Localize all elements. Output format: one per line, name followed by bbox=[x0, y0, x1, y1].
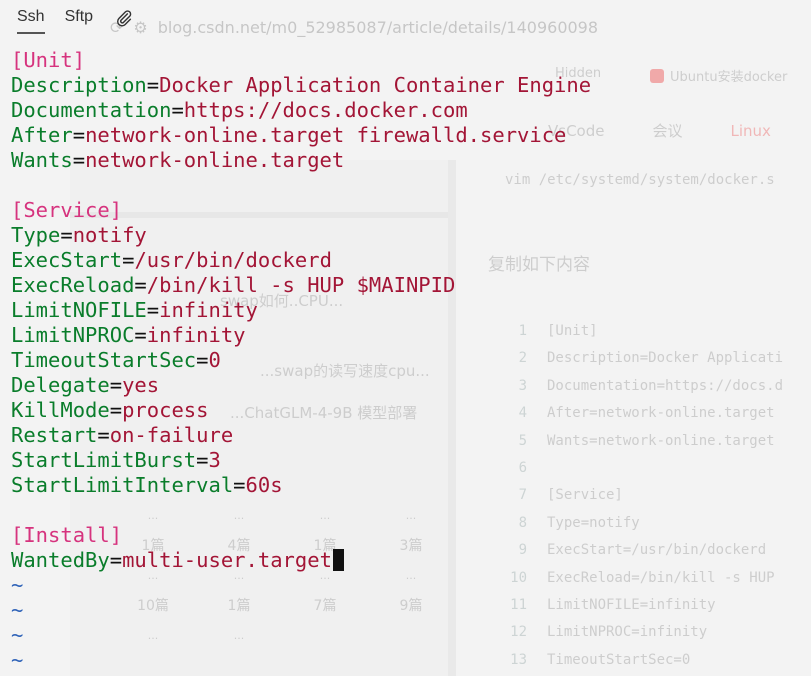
config-value: network-online.target bbox=[85, 148, 345, 172]
config-value: notify bbox=[72, 223, 147, 247]
equals-sign: = bbox=[233, 473, 246, 497]
config-key: TimeoutStartSec bbox=[11, 348, 197, 372]
bookmark-label: Ubuntu安装docker bbox=[670, 70, 788, 85]
empty-line-tilde: ~ bbox=[11, 648, 24, 672]
config-value: network-online.target firewalld.service bbox=[85, 123, 567, 147]
config-value: on-failure bbox=[109, 423, 234, 447]
config-value: /usr/bin/dockerd bbox=[134, 248, 332, 272]
config-key: Wants bbox=[11, 148, 73, 172]
terminal-line: LimitNPROC=infinity bbox=[11, 323, 591, 348]
terminal-line: Wants=network-online.target bbox=[11, 148, 591, 173]
background-page-tab: 会议 bbox=[652, 122, 683, 140]
terminal-line: ~ bbox=[11, 623, 591, 648]
terminal-line: Restart=on-failure bbox=[11, 423, 591, 448]
terminal-line: ~ bbox=[11, 598, 591, 623]
terminal-line: ExecStart=/usr/bin/dockerd bbox=[11, 248, 591, 273]
config-value: Docker Application Container Engine bbox=[159, 73, 592, 97]
equals-sign: = bbox=[97, 423, 110, 447]
equals-sign: = bbox=[109, 548, 123, 572]
config-key: StartLimitInterval bbox=[11, 473, 234, 497]
terminal-line: Documentation=https://docs.docker.com bbox=[11, 98, 591, 123]
equals-sign: = bbox=[146, 73, 160, 97]
equals-sign: = bbox=[109, 398, 123, 422]
config-value: process bbox=[122, 398, 209, 422]
config-key: Type bbox=[11, 223, 61, 247]
terminal-line: After=network-online.target firewalld.se… bbox=[11, 123, 591, 148]
equals-sign: = bbox=[134, 273, 147, 297]
background-page-tab: Linux bbox=[730, 122, 771, 140]
config-key: StartLimitBurst bbox=[11, 448, 197, 472]
config-value: /bin/kill -s HUP $MAINPID bbox=[146, 273, 456, 297]
equals-sign: = bbox=[171, 98, 184, 122]
csdn-logo-icon bbox=[650, 69, 664, 83]
config-key: ExecReload bbox=[11, 273, 135, 297]
terminal-line: LimitNOFILE=infinity bbox=[11, 298, 591, 323]
config-value: https://docs.docker.com bbox=[183, 98, 468, 122]
terminal-line: TimeoutStartSec=0 bbox=[11, 348, 591, 373]
config-value: infinity bbox=[159, 298, 258, 322]
terminal-line: ExecReload=/bin/kill -s HUP $MAINPID bbox=[11, 273, 591, 298]
site-info-icon: ⚙ bbox=[133, 18, 148, 37]
terminal-line: ~ bbox=[11, 648, 591, 673]
config-key: WantedBy bbox=[11, 548, 110, 572]
equals-sign: = bbox=[196, 448, 209, 472]
section-header: [Service] bbox=[11, 198, 123, 222]
equals-sign: = bbox=[60, 223, 73, 247]
background-url-text: blog.csdn.net/m0_52985087/article/detail… bbox=[157, 18, 599, 37]
config-key: ExecStart bbox=[11, 248, 123, 272]
terminal-line: ~ bbox=[11, 573, 591, 598]
config-key: Documentation bbox=[11, 98, 172, 122]
config-value: 3 bbox=[208, 448, 221, 472]
terminal-line: WantedBy=multi-user.target bbox=[11, 548, 591, 573]
terminal-line: [Service] bbox=[11, 198, 591, 223]
config-key: LimitNOFILE bbox=[11, 298, 147, 322]
config-key: Description bbox=[11, 73, 147, 97]
config-value: yes bbox=[122, 373, 160, 397]
config-key: KillMode bbox=[11, 398, 110, 422]
terminal-line: StartLimitInterval=60s bbox=[11, 473, 591, 498]
text-cursor bbox=[332, 549, 344, 571]
empty-line-tilde: ~ bbox=[11, 573, 24, 597]
terminal-line: StartLimitBurst=3 bbox=[11, 448, 591, 473]
terminal-line: [Unit] bbox=[11, 48, 591, 73]
terminal-line: Type=notify bbox=[11, 223, 591, 248]
terminal-line: KillMode=process bbox=[11, 398, 591, 423]
empty-line-tilde: ~ bbox=[11, 623, 24, 647]
section-header: [Install] bbox=[11, 523, 123, 547]
config-key: After bbox=[11, 123, 73, 147]
terminal-line: Delegate=yes bbox=[11, 373, 591, 398]
config-value: 0 bbox=[208, 348, 221, 372]
background-url-bar: ⟳ ⚙ blog.csdn.net/m0_52985087/article/deta… bbox=[110, 18, 598, 37]
paperclip-icon[interactable] bbox=[115, 9, 133, 27]
equals-sign: = bbox=[72, 148, 86, 172]
background-bookmark: Ubuntu安装docker bbox=[650, 66, 787, 85]
tab-sftp[interactable]: Sftp bbox=[65, 2, 93, 34]
config-value: 60s bbox=[245, 473, 283, 497]
config-key: Restart bbox=[11, 423, 98, 447]
config-value: infinity bbox=[146, 323, 246, 347]
config-key: LimitNPROC bbox=[11, 323, 135, 347]
session-tabs: Ssh Sftp bbox=[0, 0, 133, 36]
section-header: [Unit] bbox=[11, 48, 86, 72]
equals-sign: = bbox=[109, 373, 123, 397]
terminal-vim-editor[interactable]: [Unit] Description=Docker Application Con… bbox=[11, 48, 591, 673]
terminal-line: [Install] bbox=[11, 523, 591, 548]
config-key: Delegate bbox=[11, 373, 110, 397]
equals-sign: = bbox=[146, 298, 160, 322]
equals-sign: = bbox=[72, 123, 86, 147]
config-value: multi-user.target bbox=[122, 548, 332, 572]
empty-line-tilde: ~ bbox=[11, 598, 24, 622]
tab-ssh[interactable]: Ssh bbox=[17, 2, 45, 34]
equals-sign: = bbox=[134, 323, 147, 347]
equals-sign: = bbox=[196, 348, 209, 372]
terminal-line: Description=Docker Application Container… bbox=[11, 73, 591, 98]
equals-sign: = bbox=[122, 248, 135, 272]
